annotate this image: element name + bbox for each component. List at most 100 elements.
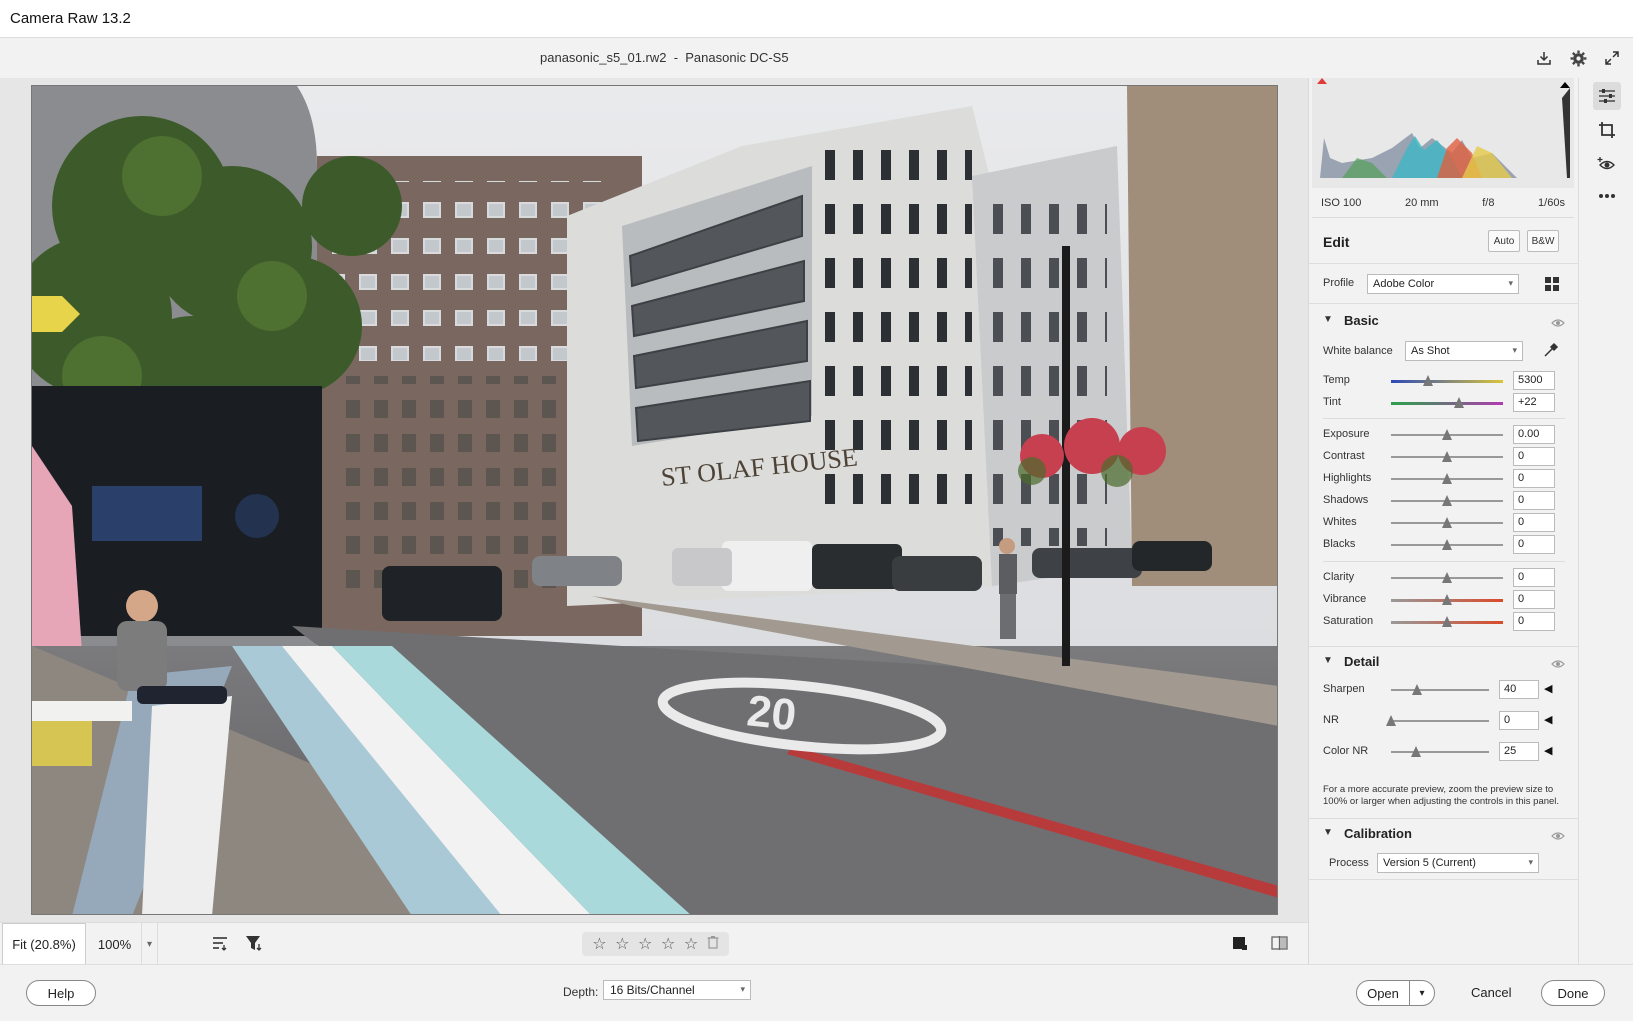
process-value: Version 5 (Current) <box>1383 857 1476 869</box>
slider-label: Clarity <box>1323 571 1355 583</box>
slider-track[interactable] <box>1391 402 1503 405</box>
slider-knob[interactable] <box>1442 572 1452 583</box>
slider-value-input[interactable]: 0 <box>1513 513 1555 532</box>
star-icon[interactable]: ☆ <box>661 934 675 954</box>
fullscreen-icon[interactable] <box>1603 49 1621 67</box>
slider-value-input[interactable]: 0 <box>1513 491 1555 510</box>
slider-row-clarity: Clarity 0 <box>1309 567 1579 589</box>
slider-knob[interactable] <box>1442 594 1452 605</box>
slider-value-input[interactable]: 0 <box>1499 711 1539 730</box>
gear-icon[interactable] <box>1569 49 1587 67</box>
eyedropper-icon[interactable] <box>1543 342 1559 363</box>
detail-section-header[interactable]: ▼ Detail <box>1309 646 1579 676</box>
slider-label: Exposure <box>1323 428 1370 440</box>
photo-preview[interactable]: ST OLAF HOUSE 20 <box>31 85 1278 915</box>
chevron-down-icon: ▼ <box>1323 314 1333 325</box>
help-button[interactable]: Help <box>26 980 96 1006</box>
save-icon[interactable] <box>1535 49 1553 67</box>
slider-track[interactable] <box>1391 720 1489 722</box>
white-balance-label: White balance <box>1323 345 1393 357</box>
slider-row-nr: NR 0 ◀ <box>1309 710 1579 732</box>
crop-icon[interactable] <box>1593 116 1621 144</box>
white-balance-select[interactable]: As Shot ▾ <box>1405 341 1523 361</box>
edit-header: Edit Auto B&W <box>1309 220 1579 264</box>
before-after-icon[interactable] <box>1271 935 1289 956</box>
depth-select[interactable]: 16 Bits/Channel ▾ <box>603 980 751 1000</box>
slider-knob[interactable] <box>1410 746 1421 757</box>
slider-knob[interactable] <box>1442 539 1452 550</box>
open-button[interactable]: Open <box>1356 980 1410 1006</box>
calibration-title: Calibration <box>1344 826 1412 841</box>
more-icon[interactable] <box>1593 182 1621 210</box>
slider-value-input[interactable]: 0 <box>1513 612 1555 631</box>
slider-value-input[interactable]: 0 <box>1513 590 1555 609</box>
slider-knob[interactable] <box>1442 517 1452 528</box>
slider-value-input[interactable]: +22 <box>1513 393 1555 412</box>
star-icon[interactable]: ☆ <box>638 934 652 954</box>
slider-knob[interactable] <box>1442 495 1452 506</box>
slider-arrow-icon[interactable]: ◀ <box>1544 682 1552 695</box>
chevron-down-icon: ▼ <box>1323 827 1333 838</box>
slider-value-input[interactable]: 25 <box>1499 742 1539 761</box>
slider-knob[interactable] <box>1442 429 1452 440</box>
slider-label: Whites <box>1323 516 1357 528</box>
slider-value-input[interactable]: 40 <box>1499 680 1539 699</box>
slider-arrow-icon[interactable]: ◀ <box>1544 744 1552 757</box>
single-view-icon[interactable] <box>1232 935 1248 956</box>
profile-browser-icon[interactable] <box>1544 276 1560 297</box>
edit-title: Edit <box>1323 234 1350 250</box>
slider-track[interactable] <box>1391 689 1489 691</box>
profile-select[interactable]: Adobe Color ▾ <box>1367 274 1519 294</box>
slider-label: Shadows <box>1323 494 1369 506</box>
eye-icon[interactable] <box>1551 656 1565 674</box>
slider-row-shadows: Shadows 0 <box>1309 490 1579 512</box>
zoom-100-button[interactable]: 100% <box>88 923 142 965</box>
slider-knob[interactable] <box>1386 715 1396 726</box>
eye-icon[interactable] <box>1551 315 1565 333</box>
slider-knob[interactable] <box>1442 473 1452 484</box>
slider-label: NR <box>1323 714 1339 726</box>
zoom-fit-button[interactable]: Fit (20.8%) <box>2 923 86 965</box>
slider-knob[interactable] <box>1454 397 1465 408</box>
slider-row-contrast: Contrast 0 <box>1309 446 1579 468</box>
slider-value-input[interactable]: 0.00 <box>1513 425 1555 444</box>
star-icon[interactable]: ☆ <box>592 934 606 954</box>
filter-icon[interactable] <box>245 934 265 957</box>
star-icon[interactable]: ☆ <box>684 934 698 954</box>
slider-value-input[interactable]: 0 <box>1513 469 1555 488</box>
chevron-down-icon: ▼ <box>1323 655 1333 666</box>
slider-knob[interactable] <box>1422 375 1433 386</box>
slider-knob[interactable] <box>1412 684 1423 695</box>
slider-track[interactable] <box>1391 751 1489 753</box>
slider-row-highlights: Highlights 0 <box>1309 468 1579 490</box>
calibration-section-header[interactable]: ▼ Calibration <box>1309 818 1579 848</box>
cancel-button[interactable]: Cancel <box>1471 985 1511 1000</box>
slider-knob[interactable] <box>1442 616 1452 627</box>
aperture: f/8 <box>1482 196 1495 209</box>
profile-row: Profile Adobe Color ▾ <box>1309 264 1579 304</box>
star-icon[interactable]: ☆ <box>615 934 629 954</box>
sort-icon[interactable] <box>211 934 229 957</box>
trash-icon[interactable] <box>707 935 719 954</box>
slider-knob[interactable] <box>1442 451 1452 462</box>
auto-button[interactable]: Auto <box>1488 230 1520 252</box>
open-options-button[interactable]: ▾ <box>1409 980 1435 1006</box>
slider-value-input[interactable]: 0 <box>1513 535 1555 554</box>
basic-section-header[interactable]: ▼ Basic <box>1309 306 1579 336</box>
chevron-down-icon: ▾ <box>1528 857 1533 867</box>
done-button[interactable]: Done <box>1541 980 1605 1006</box>
slider-track[interactable] <box>1391 380 1503 383</box>
slider-value-input[interactable]: 5300 <box>1513 371 1555 390</box>
process-select[interactable]: Version 5 (Current) ▾ <box>1377 853 1539 873</box>
slider-value-input[interactable]: 0 <box>1513 447 1555 466</box>
slider-arrow-icon[interactable]: ◀ <box>1544 713 1552 726</box>
bw-button[interactable]: B&W <box>1527 230 1559 252</box>
slider-value-input[interactable]: 0 <box>1513 568 1555 587</box>
edit-tool-icon[interactable] <box>1593 82 1621 110</box>
tool-strip <box>1578 78 1633 964</box>
slider-row-exposure: Exposure 0.00 <box>1309 424 1579 446</box>
zoom-dropdown-icon[interactable]: ▾ <box>142 923 158 965</box>
eye-icon[interactable] <box>1551 828 1565 846</box>
slider-label: Tint <box>1323 396 1341 408</box>
redeye-icon[interactable] <box>1593 150 1621 178</box>
